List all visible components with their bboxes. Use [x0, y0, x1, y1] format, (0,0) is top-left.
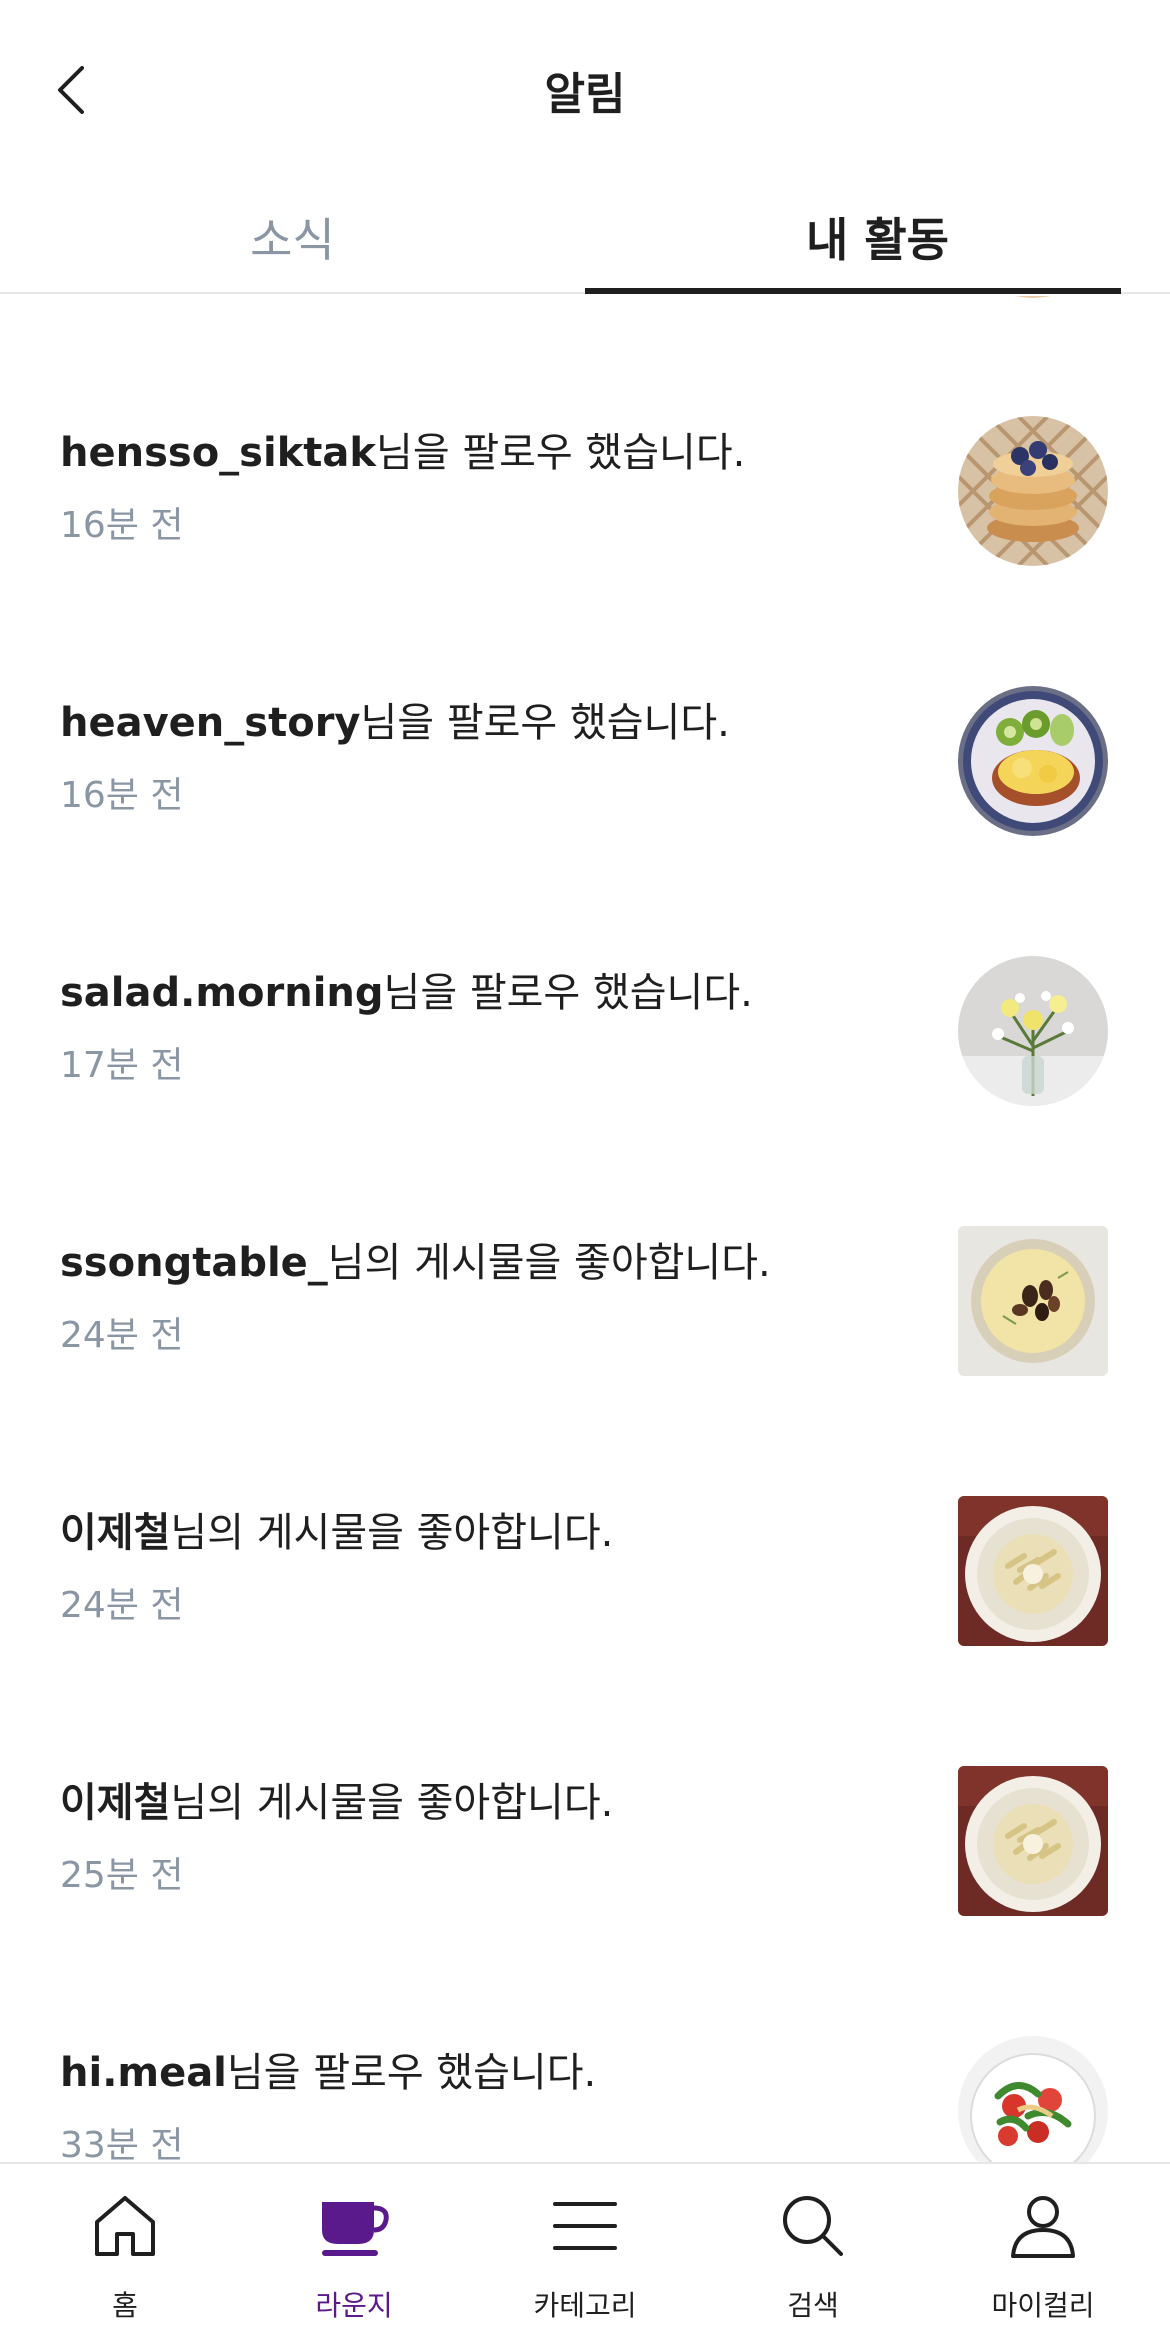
username[interactable]: salad.morning: [60, 970, 384, 1016]
username[interactable]: heaven_story: [60, 700, 361, 746]
nav-label: 마이컬리: [991, 2289, 1095, 2322]
notification-list[interactable]: hensso_siktak님을 팔로우 했습니다. 16분 전 heaven_s…: [0, 296, 1170, 2162]
notification-text: 이제철님의 게시물을 좋아합니다. 25분 전: [60, 1770, 920, 1898]
nav-my-kurly[interactable]: 마이컬리: [926, 2164, 1160, 2347]
partial-thumbnail: [958, 296, 1108, 298]
notification-item[interactable]: 이제철님의 게시물을 좋아합니다. 25분 전: [0, 1766, 1170, 2040]
message-text: 님을 팔로우 했습니다.: [360, 700, 730, 746]
menu-icon: [468, 2186, 702, 2266]
notification-item[interactable]: heaven_story님을 팔로우 했습니다. 16분 전: [0, 686, 1170, 960]
nav-home[interactable]: 홈: [8, 2164, 242, 2347]
notification-item[interactable]: 이제철님의 게시물을 좋아합니다. 24분 전: [0, 1496, 1170, 1770]
coffee-cup-icon: [237, 2186, 471, 2266]
nav-lounge[interactable]: 라운지: [237, 2164, 471, 2347]
notification-text: ssongtable_님의 게시물을 좋아합니다. 24분 전: [60, 1230, 920, 1358]
notification-text: hi.meal님을 팔로우 했습니다. 33분 전: [60, 2040, 920, 2162]
notification-text: heaven_story님을 팔로우 했습니다. 16분 전: [60, 690, 920, 818]
tab-news[interactable]: 소식: [0, 180, 585, 294]
notification-text: 이제철님의 게시물을 좋아합니다. 24분 전: [60, 1500, 920, 1628]
notification-message: hi.meal님을 팔로우 했습니다.: [60, 2040, 920, 2098]
notification-item[interactable]: salad.morning님을 팔로우 했습니다. 17분 전: [0, 956, 1170, 1230]
timestamp: 17분 전: [60, 1045, 184, 1086]
timestamp: 24분 전: [60, 1315, 184, 1356]
notification-message: 이제철님의 게시물을 좋아합니다.: [60, 1770, 920, 1828]
message-text: 님을 팔로우 했습니다.: [226, 2050, 597, 2096]
timestamp: 16분 전: [60, 505, 184, 546]
flowers-avatar[interactable]: [958, 956, 1108, 1106]
username[interactable]: 이제철: [60, 1780, 170, 1826]
notification-item[interactable]: hi.meal님을 팔로우 했습니다. 33분 전: [0, 2036, 1170, 2162]
active-tab-indicator: [585, 288, 1121, 294]
notification-message: ssongtable_님의 게시물을 좋아합니다.: [60, 1230, 920, 1288]
message-text: 님의 게시물을 좋아합니다.: [170, 1510, 614, 1556]
message-text: 님을 팔로우 했습니다.: [383, 970, 753, 1016]
nav-category[interactable]: 카테고리: [468, 2164, 702, 2347]
breakfast-plate-avatar[interactable]: [958, 686, 1108, 836]
timestamp: 33분 전: [60, 2125, 184, 2162]
notification-message: salad.morning님을 팔로우 했습니다.: [60, 960, 920, 1018]
username[interactable]: ssongtable_: [60, 1240, 328, 1286]
notification-message: heaven_story님을 팔로우 했습니다.: [60, 690, 920, 748]
message-text: 님을 팔로우 했습니다.: [376, 430, 746, 476]
search-icon: [696, 2186, 930, 2266]
tab-my-activity[interactable]: 내 활동: [585, 180, 1170, 294]
notification-text: salad.morning님을 팔로우 했습니다. 17분 전: [60, 960, 920, 1088]
notification-message: hensso_siktak님을 팔로우 했습니다.: [60, 420, 920, 478]
pasta-post[interactable]: [958, 1766, 1108, 1916]
nav-label: 카테고리: [533, 2289, 637, 2322]
username[interactable]: hi.meal: [60, 2050, 227, 2096]
bottom-navigation: 홈 라운지 카테고리 검색 마이컬리: [0, 2162, 1170, 2347]
nav-search[interactable]: 검색: [696, 2164, 930, 2347]
message-text: 님의 게시물을 좋아합니다.: [327, 1240, 771, 1286]
soup-bowl-post[interactable]: [958, 1226, 1108, 1376]
message-text: 님의 게시물을 좋아합니다.: [170, 1780, 614, 1826]
home-icon: [8, 2186, 242, 2266]
header: 알림: [0, 0, 1170, 180]
tab-bar: 소식 내 활동: [0, 180, 1170, 294]
nav-label: 홈: [112, 2289, 138, 2322]
notification-item[interactable]: ssongtable_님의 게시물을 좋아합니다. 24분 전: [0, 1226, 1170, 1500]
username[interactable]: 이제철: [60, 1510, 170, 1556]
timestamp: 25분 전: [60, 1855, 184, 1896]
timestamp: 16분 전: [60, 775, 184, 816]
username[interactable]: hensso_siktak: [60, 430, 376, 476]
notification-message: 이제철님의 게시물을 좋아합니다.: [60, 1500, 920, 1558]
pasta-post[interactable]: [958, 1496, 1108, 1646]
pancakes-avatar[interactable]: [958, 416, 1108, 566]
salad-avatar[interactable]: [958, 2036, 1108, 2162]
page-title: 알림: [544, 69, 626, 120]
notification-item[interactable]: hensso_siktak님을 팔로우 했습니다. 16분 전: [0, 416, 1170, 690]
nav-label: 라운지: [315, 2289, 393, 2322]
notifications-screen: 알림 소식 내 활동 hensso_siktak님을 팔로우 했습니다. 16분…: [0, 0, 1170, 2347]
notification-text: hensso_siktak님을 팔로우 했습니다. 16분 전: [60, 420, 920, 548]
timestamp: 24분 전: [60, 1585, 184, 1626]
user-icon: [926, 2186, 1160, 2266]
nav-label: 검색: [787, 2289, 839, 2322]
